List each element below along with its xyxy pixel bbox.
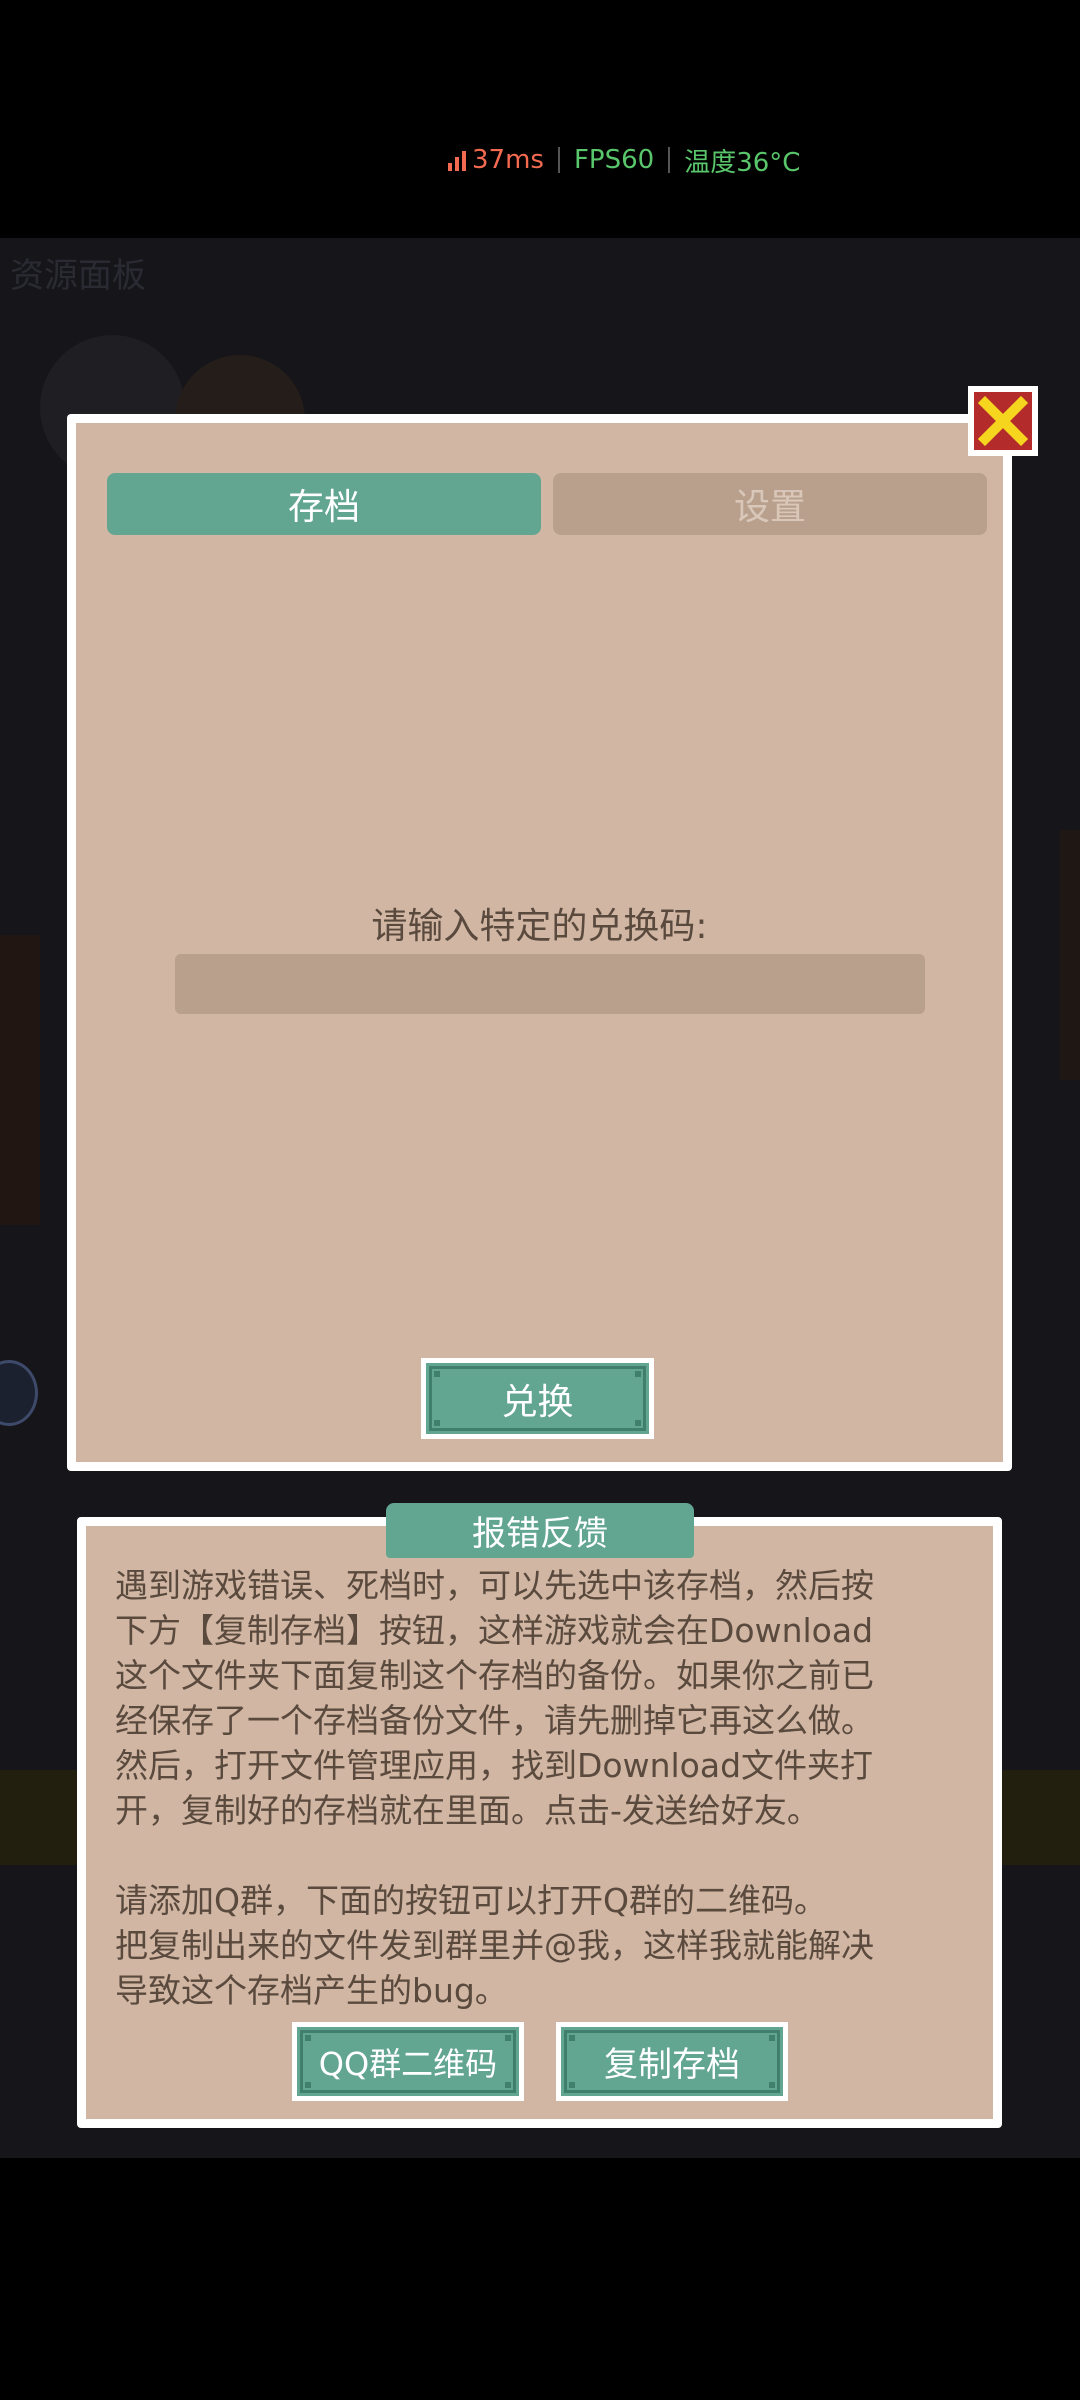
signal-bars-icon [448,149,466,171]
bottom-area [0,2158,1080,2400]
save-panel: 存档 设置 请输入特定的兑换码: 兑换 [67,414,1012,1471]
copy-save-label: 复制存档 [604,2045,740,2085]
background-element [0,935,40,1225]
performance-overlay: 37ms FPS60 温度36°C [448,140,800,180]
copy-save-button[interactable]: 复制存档 [556,2022,788,2101]
close-button[interactable] [968,386,1038,456]
feedback-title: 报错反馈 [386,1503,694,1558]
feedback-line: 导致这个存档产生的bug。 [115,1971,508,2010]
tab-save[interactable]: 存档 [107,473,541,535]
feedback-line: 开，复制好的存档就在里面。点击-发送给好友。 [115,1791,820,1830]
qq-group-qr-button[interactable]: QQ群二维码 [292,2022,524,2101]
divider [557,147,560,173]
redeem-button-label: 兑换 [501,1381,574,1423]
redeem-code-input[interactable] [175,954,925,1014]
feedback-line: 把复制出来的文件发到群里并@我，这样我就能解决 [115,1926,874,1965]
ping-readout: 37ms [472,145,544,175]
redeem-prompt: 请输入特定的兑换码: [371,906,708,947]
tab-save-label: 存档 [287,487,360,528]
feedback-line: 经保存了一个存档备份文件，请先删掉它再这么做。 [115,1701,874,1740]
fps-readout: FPS60 [573,145,655,175]
close-x-icon [978,396,1028,446]
qq-group-qr-label: QQ群二维码 [318,2044,498,2083]
feedback-line: 这个文件夹下面复制这个存档的备份。如果你之前已 [115,1656,874,1695]
feedback-line: 下方【复制存档】按钮，这样游戏就会在Download [115,1611,874,1650]
temperature-readout: 温度36°C [684,147,801,178]
background-element [1060,830,1080,1080]
screen: 37ms FPS60 温度36°C 资源面板 存档 设置 请输入特定的兑换码: … [0,0,1080,2400]
feedback-title-label: 报错反馈 [472,1514,608,1554]
divider [668,147,671,173]
tab-settings[interactable]: 设置 [553,473,987,535]
feedback-line: 遇到游戏错误、死档时，可以先选中该存档，然后按 [115,1566,874,1605]
feedback-text: 遇到游戏错误、死档时，可以先选中该存档，然后按 下方【复制存档】按钮，这样游戏就… [115,1563,975,2013]
redeem-button[interactable]: 兑换 [421,1358,654,1439]
feedback-line: 请添加Q群，下面的按钮可以打开Q群的二维码。 [115,1881,827,1920]
background-title: 资源面板 [10,256,146,296]
tab-settings-label: 设置 [733,487,806,528]
feedback-line: 然后，打开文件管理应用，找到Download文件夹打 [115,1746,874,1785]
